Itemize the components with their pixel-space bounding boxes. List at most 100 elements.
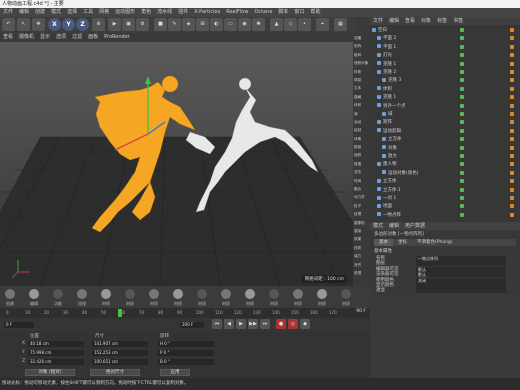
palette-item-7[interactable]: 晶格: [354, 95, 369, 103]
coord-size-field[interactable]: 141.907 cm: [92, 341, 148, 347]
om-menu-view[interactable]: 查看: [402, 18, 418, 24]
visibility-check-icon[interactable]: [460, 162, 464, 167]
tag-icon[interactable]: [510, 128, 514, 133]
visibility-check-icon[interactable]: [460, 179, 464, 184]
x-axis-button[interactable]: X: [48, 18, 61, 31]
palette-item-24[interactable]: 效果: [354, 237, 369, 245]
vp-menu-view[interactable]: 查看: [0, 34, 16, 40]
workplane-icon[interactable]: ▦: [334, 18, 347, 31]
visibility-check-icon[interactable]: [460, 78, 464, 83]
prev-frame-icon[interactable]: ◀: [224, 319, 234, 329]
tag-icon[interactable]: [510, 196, 514, 200]
apply-button[interactable]: 应用: [160, 369, 190, 376]
next-frame-icon[interactable]: ▶▶: [248, 319, 258, 329]
palette-item-25[interactable]: 材质: [354, 246, 369, 254]
polygon-mode-icon[interactable]: ▲: [270, 18, 283, 31]
object-row[interactable]: 克隆 3: [372, 77, 518, 84]
menu-mode[interactable]: 模式: [48, 8, 64, 17]
palette-item-12[interactable]: 体素: [354, 137, 369, 145]
record-icon[interactable]: ●: [276, 319, 286, 329]
size-mode-select[interactable]: 绝对尺寸: [90, 369, 140, 376]
palette-item-9[interactable]: 域: [354, 112, 369, 120]
point-mode-icon[interactable]: •: [298, 18, 311, 31]
visibility-check-icon[interactable]: [460, 145, 464, 150]
attr-tab-userdata[interactable]: 用户数据: [402, 223, 428, 229]
visibility-check-icon[interactable]: [460, 95, 464, 100]
deformer-icon[interactable]: ◐: [210, 18, 223, 31]
palette-item-0[interactable]: 克隆: [354, 36, 369, 44]
visibility-check-icon[interactable]: [460, 53, 464, 58]
object-row[interactable]: 矩阵: [372, 119, 518, 126]
object-row[interactable]: 克隆 1: [372, 61, 518, 68]
palette-item-4[interactable]: 样条: [354, 70, 369, 78]
material-swatch[interactable]: [5, 289, 15, 299]
play-icon[interactable]: ▶: [236, 319, 246, 329]
palette-item-16[interactable]: 变形: [354, 170, 369, 178]
palette-item-10[interactable]: 运动: [354, 120, 369, 128]
menu-octane[interactable]: Octane: [251, 8, 275, 17]
3d-viewport[interactable]: 网格间距 : 100 cm: [0, 42, 353, 286]
object-row[interactable]: 平面 2: [372, 35, 518, 42]
tag-icon[interactable]: [510, 86, 514, 91]
tag-icon[interactable]: [510, 204, 514, 209]
coord-rot-field[interactable]: P 0 °: [158, 350, 214, 356]
object-row[interactable]: 一对 1: [372, 195, 518, 202]
palette-item-13[interactable]: 群组: [354, 145, 369, 153]
object-row[interactable]: 平面 1: [372, 44, 518, 51]
material-swatch[interactable]: [317, 289, 327, 299]
tag-icon[interactable]: [510, 95, 514, 100]
visibility-check-icon[interactable]: [460, 120, 464, 125]
menu-script[interactable]: 脚本: [275, 8, 291, 17]
vp-menu-camera[interactable]: 摄像机: [16, 34, 37, 40]
tag-icon[interactable]: [510, 154, 514, 158]
visibility-check-icon[interactable]: [460, 44, 464, 49]
om-menu-bookmarks[interactable]: 书签: [450, 18, 466, 24]
visibility-check-icon[interactable]: [460, 212, 464, 217]
vp-menu-prorender[interactable]: ProRender: [101, 34, 133, 40]
menu-realflow[interactable]: RealFlow: [223, 8, 251, 17]
material-swatch[interactable]: [29, 289, 39, 299]
material-swatch[interactable]: [221, 289, 231, 299]
palette-item-1[interactable]: 矩阵: [354, 44, 369, 52]
material-swatch[interactable]: [53, 289, 63, 299]
object-row[interactable]: 地面: [372, 203, 518, 210]
camera-icon[interactable]: ◉: [238, 18, 251, 31]
palette-item-21[interactable]: 纹理: [354, 212, 369, 220]
visibility-check-icon[interactable]: [460, 187, 464, 192]
object-row[interactable]: 立方体.1: [372, 187, 518, 194]
tag-icon[interactable]: [510, 44, 514, 49]
palette-item-15[interactable]: 碰撞: [354, 162, 369, 170]
object-row[interactable]: 一物点阵: [372, 212, 518, 219]
object-row[interactable]: 克隆 2: [372, 69, 518, 76]
material-swatch[interactable]: [293, 289, 303, 299]
attr-subtab-coord[interactable]: 坐标: [393, 239, 412, 246]
coord-size-field[interactable]: 152.253 cm: [92, 350, 148, 356]
om-menu-edit[interactable]: 编辑: [386, 18, 402, 24]
tag-icon[interactable]: [510, 187, 514, 192]
material-swatch[interactable]: [173, 289, 183, 299]
cube-icon[interactable]: ■: [154, 18, 167, 31]
z-axis-button[interactable]: Z: [76, 18, 89, 31]
object-row[interactable]: 域: [372, 111, 518, 118]
tag-icon[interactable]: [510, 145, 514, 150]
attr-tab-edit[interactable]: 编辑: [386, 223, 402, 229]
coord-rot-field[interactable]: B 0 °: [158, 359, 214, 365]
floor-icon[interactable]: ▭: [224, 18, 237, 31]
move-icon[interactable]: ✥: [32, 18, 45, 31]
visibility-check-icon[interactable]: [460, 36, 464, 41]
palette-item-18[interactable]: 融合: [354, 187, 369, 195]
first-frame-icon[interactable]: ⏮: [212, 319, 222, 329]
playhead[interactable]: [118, 309, 122, 317]
coord-mode-select[interactable]: 对象 (相对): [25, 369, 75, 376]
menu-create[interactable]: 创建: [32, 8, 48, 17]
palette-item-22[interactable]: 摄像机: [354, 221, 369, 229]
visibility-check-icon[interactable]: [460, 154, 464, 158]
tag-icon[interactable]: [510, 53, 514, 58]
material-swatch[interactable]: [269, 289, 279, 299]
material-swatch[interactable]: [197, 289, 207, 299]
object-row[interactable]: 体积: [372, 86, 518, 93]
vp-menu-display[interactable]: 显示: [37, 34, 53, 40]
om-menu-tags[interactable]: 标签: [434, 18, 450, 24]
visibility-check-icon[interactable]: [460, 196, 464, 200]
tag-icon[interactable]: [510, 36, 514, 41]
